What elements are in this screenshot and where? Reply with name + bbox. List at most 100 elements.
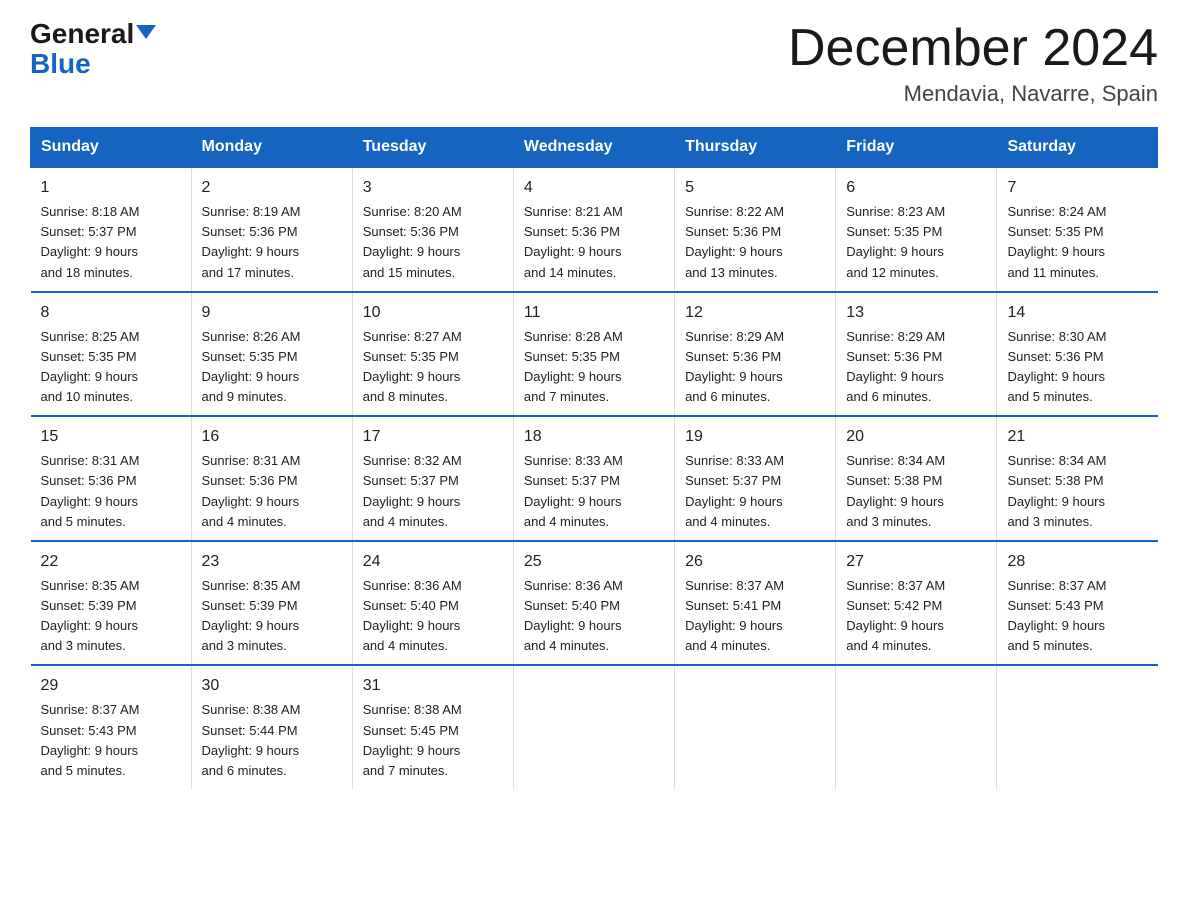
calendar-cell: 6Sunrise: 8:23 AMSunset: 5:35 PMDaylight… xyxy=(836,167,997,292)
day-info: Sunrise: 8:34 AMSunset: 5:38 PMDaylight:… xyxy=(846,451,986,532)
weekday-header-friday: Friday xyxy=(836,128,997,168)
day-info: Sunrise: 8:31 AMSunset: 5:36 PMDaylight:… xyxy=(41,451,181,532)
calendar-cell: 12Sunrise: 8:29 AMSunset: 5:36 PMDayligh… xyxy=(675,292,836,417)
calendar-cell: 15Sunrise: 8:31 AMSunset: 5:36 PMDayligh… xyxy=(31,416,192,541)
day-info: Sunrise: 8:25 AMSunset: 5:35 PMDaylight:… xyxy=(41,327,181,408)
day-number: 28 xyxy=(1007,550,1147,574)
logo-blue: Blue xyxy=(30,48,91,80)
calendar-cell: 1Sunrise: 8:18 AMSunset: 5:37 PMDaylight… xyxy=(31,167,192,292)
calendar-cell: 22Sunrise: 8:35 AMSunset: 5:39 PMDayligh… xyxy=(31,541,192,666)
day-number: 18 xyxy=(524,425,664,449)
day-number: 14 xyxy=(1007,301,1147,325)
weekday-header-sunday: Sunday xyxy=(31,128,192,168)
calendar-cell: 31Sunrise: 8:38 AMSunset: 5:45 PMDayligh… xyxy=(352,665,513,789)
day-number: 17 xyxy=(363,425,503,449)
day-info: Sunrise: 8:29 AMSunset: 5:36 PMDaylight:… xyxy=(846,327,986,408)
day-info: Sunrise: 8:37 AMSunset: 5:41 PMDaylight:… xyxy=(685,576,825,657)
day-number: 26 xyxy=(685,550,825,574)
day-info: Sunrise: 8:27 AMSunset: 5:35 PMDaylight:… xyxy=(363,327,503,408)
day-number: 23 xyxy=(202,550,342,574)
day-info: Sunrise: 8:37 AMSunset: 5:43 PMDaylight:… xyxy=(1007,576,1147,657)
calendar-cell: 24Sunrise: 8:36 AMSunset: 5:40 PMDayligh… xyxy=(352,541,513,666)
day-info: Sunrise: 8:35 AMSunset: 5:39 PMDaylight:… xyxy=(41,576,181,657)
calendar-cell: 13Sunrise: 8:29 AMSunset: 5:36 PMDayligh… xyxy=(836,292,997,417)
weekday-header-saturday: Saturday xyxy=(997,128,1158,168)
calendar-cell: 3Sunrise: 8:20 AMSunset: 5:36 PMDaylight… xyxy=(352,167,513,292)
day-number: 8 xyxy=(41,301,181,325)
calendar-cell: 21Sunrise: 8:34 AMSunset: 5:38 PMDayligh… xyxy=(997,416,1158,541)
calendar-cell: 5Sunrise: 8:22 AMSunset: 5:36 PMDaylight… xyxy=(675,167,836,292)
day-info: Sunrise: 8:33 AMSunset: 5:37 PMDaylight:… xyxy=(685,451,825,532)
day-number: 31 xyxy=(363,674,503,698)
calendar-cell: 25Sunrise: 8:36 AMSunset: 5:40 PMDayligh… xyxy=(513,541,674,666)
day-number: 15 xyxy=(41,425,181,449)
calendar-cell: 14Sunrise: 8:30 AMSunset: 5:36 PMDayligh… xyxy=(997,292,1158,417)
day-number: 25 xyxy=(524,550,664,574)
day-info: Sunrise: 8:24 AMSunset: 5:35 PMDaylight:… xyxy=(1007,202,1147,283)
day-number: 7 xyxy=(1007,176,1147,200)
calendar-cell: 10Sunrise: 8:27 AMSunset: 5:35 PMDayligh… xyxy=(352,292,513,417)
day-info: Sunrise: 8:32 AMSunset: 5:37 PMDaylight:… xyxy=(363,451,503,532)
day-info: Sunrise: 8:18 AMSunset: 5:37 PMDaylight:… xyxy=(41,202,181,283)
day-number: 16 xyxy=(202,425,342,449)
day-number: 3 xyxy=(363,176,503,200)
calendar-cell: 16Sunrise: 8:31 AMSunset: 5:36 PMDayligh… xyxy=(191,416,352,541)
day-number: 11 xyxy=(524,301,664,325)
day-info: Sunrise: 8:28 AMSunset: 5:35 PMDaylight:… xyxy=(524,327,664,408)
day-number: 12 xyxy=(685,301,825,325)
day-info: Sunrise: 8:29 AMSunset: 5:36 PMDaylight:… xyxy=(685,327,825,408)
day-number: 21 xyxy=(1007,425,1147,449)
calendar-cell: 7Sunrise: 8:24 AMSunset: 5:35 PMDaylight… xyxy=(997,167,1158,292)
day-number: 4 xyxy=(524,176,664,200)
calendar-cell: 28Sunrise: 8:37 AMSunset: 5:43 PMDayligh… xyxy=(997,541,1158,666)
day-number: 13 xyxy=(846,301,986,325)
calendar-week-5: 29Sunrise: 8:37 AMSunset: 5:43 PMDayligh… xyxy=(31,665,1158,789)
weekday-header-wednesday: Wednesday xyxy=(513,128,674,168)
day-info: Sunrise: 8:31 AMSunset: 5:36 PMDaylight:… xyxy=(202,451,342,532)
day-number: 27 xyxy=(846,550,986,574)
calendar-cell: 17Sunrise: 8:32 AMSunset: 5:37 PMDayligh… xyxy=(352,416,513,541)
weekday-header-row: SundayMondayTuesdayWednesdayThursdayFrid… xyxy=(31,128,1158,168)
calendar-cell: 23Sunrise: 8:35 AMSunset: 5:39 PMDayligh… xyxy=(191,541,352,666)
calendar-week-3: 15Sunrise: 8:31 AMSunset: 5:36 PMDayligh… xyxy=(31,416,1158,541)
day-number: 6 xyxy=(846,176,986,200)
day-info: Sunrise: 8:36 AMSunset: 5:40 PMDaylight:… xyxy=(363,576,503,657)
logo-general: General xyxy=(30,20,156,48)
calendar-week-2: 8Sunrise: 8:25 AMSunset: 5:35 PMDaylight… xyxy=(31,292,1158,417)
day-number: 2 xyxy=(202,176,342,200)
day-info: Sunrise: 8:38 AMSunset: 5:44 PMDaylight:… xyxy=(202,700,342,781)
day-info: Sunrise: 8:37 AMSunset: 5:43 PMDaylight:… xyxy=(41,700,181,781)
calendar-cell: 18Sunrise: 8:33 AMSunset: 5:37 PMDayligh… xyxy=(513,416,674,541)
calendar-cell: 27Sunrise: 8:37 AMSunset: 5:42 PMDayligh… xyxy=(836,541,997,666)
page-header: General Blue December 2024 Mendavia, Nav… xyxy=(30,20,1158,107)
day-info: Sunrise: 8:34 AMSunset: 5:38 PMDaylight:… xyxy=(1007,451,1147,532)
calendar-cell: 8Sunrise: 8:25 AMSunset: 5:35 PMDaylight… xyxy=(31,292,192,417)
day-info: Sunrise: 8:36 AMSunset: 5:40 PMDaylight:… xyxy=(524,576,664,657)
day-info: Sunrise: 8:37 AMSunset: 5:42 PMDaylight:… xyxy=(846,576,986,657)
day-info: Sunrise: 8:23 AMSunset: 5:35 PMDaylight:… xyxy=(846,202,986,283)
day-info: Sunrise: 8:33 AMSunset: 5:37 PMDaylight:… xyxy=(524,451,664,532)
calendar-table: SundayMondayTuesdayWednesdayThursdayFrid… xyxy=(30,127,1158,789)
day-number: 20 xyxy=(846,425,986,449)
day-number: 9 xyxy=(202,301,342,325)
title-block: December 2024 Mendavia, Navarre, Spain xyxy=(788,20,1158,107)
day-info: Sunrise: 8:21 AMSunset: 5:36 PMDaylight:… xyxy=(524,202,664,283)
calendar-cell: 2Sunrise: 8:19 AMSunset: 5:36 PMDaylight… xyxy=(191,167,352,292)
calendar-cell: 26Sunrise: 8:37 AMSunset: 5:41 PMDayligh… xyxy=(675,541,836,666)
day-number: 5 xyxy=(685,176,825,200)
calendar-cell xyxy=(836,665,997,789)
weekday-header-monday: Monday xyxy=(191,128,352,168)
calendar-cell: 29Sunrise: 8:37 AMSunset: 5:43 PMDayligh… xyxy=(31,665,192,789)
calendar-cell: 30Sunrise: 8:38 AMSunset: 5:44 PMDayligh… xyxy=(191,665,352,789)
calendar-cell xyxy=(675,665,836,789)
month-title: December 2024 xyxy=(788,20,1158,77)
calendar-cell: 19Sunrise: 8:33 AMSunset: 5:37 PMDayligh… xyxy=(675,416,836,541)
day-info: Sunrise: 8:19 AMSunset: 5:36 PMDaylight:… xyxy=(202,202,342,283)
day-number: 22 xyxy=(41,550,181,574)
calendar-cell xyxy=(513,665,674,789)
weekday-header-tuesday: Tuesday xyxy=(352,128,513,168)
day-info: Sunrise: 8:35 AMSunset: 5:39 PMDaylight:… xyxy=(202,576,342,657)
day-number: 1 xyxy=(41,176,181,200)
calendar-week-1: 1Sunrise: 8:18 AMSunset: 5:37 PMDaylight… xyxy=(31,167,1158,292)
calendar-cell xyxy=(997,665,1158,789)
